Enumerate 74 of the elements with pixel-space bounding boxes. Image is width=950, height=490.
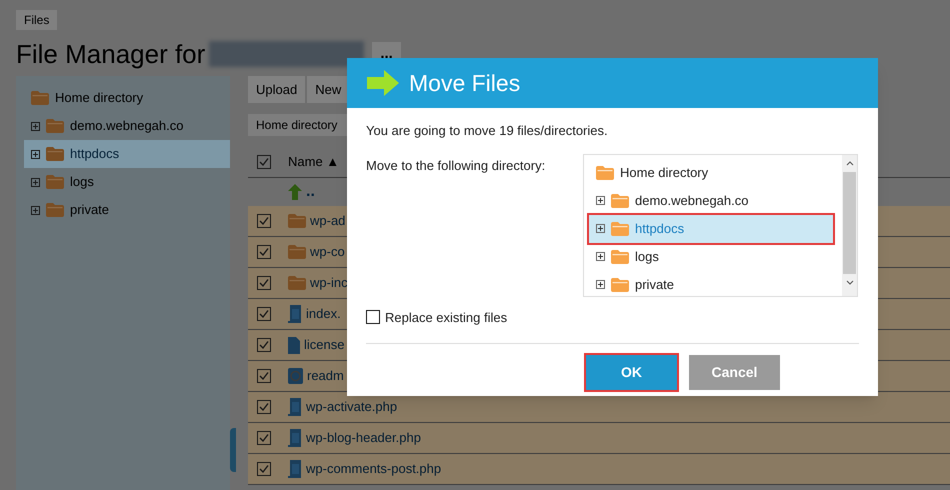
expand-icon[interactable] xyxy=(596,280,605,289)
right-arrow-icon xyxy=(367,70,399,96)
file-name-link[interactable]: readm xyxy=(307,366,344,386)
checkbox[interactable] xyxy=(257,338,271,352)
sidebar-tree-item[interactable]: Home directory xyxy=(24,84,230,112)
sidebar-tree-item[interactable]: private xyxy=(24,196,230,224)
folder-icon xyxy=(288,245,306,259)
file-name-link[interactable]: index. xyxy=(306,304,341,324)
folder-icon xyxy=(288,276,306,290)
checkbox[interactable] xyxy=(257,400,271,414)
checkbox[interactable] xyxy=(257,245,271,259)
file-name-link[interactable]: wp-blog-header.php xyxy=(306,428,421,448)
file-name-link[interactable]: wp-inc xyxy=(310,273,348,293)
checkbox[interactable] xyxy=(257,154,271,168)
document-icon xyxy=(288,398,302,416)
directory-tree-item[interactable]: private xyxy=(589,270,833,298)
folder-icon xyxy=(596,166,614,180)
directory-tree-item[interactable]: demo.webnegah.co xyxy=(589,186,833,214)
dialog-message: You are going to move 19 files/directories. xyxy=(366,122,609,140)
dialog-title: Move Files xyxy=(409,68,520,98)
target-label: Move to the following directory: xyxy=(366,156,546,175)
page-title: File Manager for xyxy=(16,41,206,67)
sidebar-tree-item[interactable]: logs xyxy=(24,168,230,196)
folder-icon xyxy=(611,222,629,236)
checkbox[interactable] xyxy=(257,214,271,228)
directory-tree-item[interactable]: logs xyxy=(589,242,833,270)
scrollbar[interactable] xyxy=(842,154,857,296)
folder-icon xyxy=(46,147,64,161)
file-row[interactable]: wp-activate.php xyxy=(248,392,950,423)
expand-icon[interactable] xyxy=(596,224,605,233)
expand-icon[interactable] xyxy=(596,196,605,205)
file-name-link[interactable]: wp-comments-post.php xyxy=(306,459,442,479)
panel-handle[interactable] xyxy=(230,428,236,472)
checkbox-label[interactable]: Replace existing files xyxy=(385,308,508,327)
folder-icon xyxy=(288,214,306,228)
breadcrumb[interactable]: Files xyxy=(16,10,58,30)
folder-icon xyxy=(611,194,629,208)
toolbar-button[interactable]: New xyxy=(307,76,350,103)
cancel-button[interactable]: Cancel xyxy=(689,355,780,390)
directory-tree-item[interactable]: Home directory xyxy=(589,158,833,186)
document-icon xyxy=(288,336,300,354)
file-name-link[interactable]: wp-ad xyxy=(310,211,346,231)
file-row[interactable]: wp-blog-header.php xyxy=(248,423,950,454)
checkbox[interactable] xyxy=(257,307,271,321)
document-icon xyxy=(288,305,302,323)
document-icon xyxy=(288,429,302,447)
file-name-link[interactable]: license xyxy=(304,335,344,355)
directory-tree-item[interactable]: httpdocs xyxy=(589,214,833,242)
parent-directory-link[interactable]: .. xyxy=(306,180,315,204)
scroll-up-icon[interactable] xyxy=(846,160,854,166)
sidebar-tree-item[interactable]: httpdocs xyxy=(24,140,230,168)
folder-icon xyxy=(46,119,64,133)
folder-icon xyxy=(46,175,64,189)
folder-icon xyxy=(31,91,49,105)
file-row[interactable]: wp-comments-post.php xyxy=(248,454,950,485)
expand-icon[interactable] xyxy=(31,150,40,158)
folder-icon xyxy=(611,250,629,264)
file-name-link[interactable]: wp-activate.php xyxy=(306,397,398,417)
scroll-down-icon[interactable] xyxy=(846,280,854,284)
checkbox[interactable] xyxy=(257,369,271,383)
folder-icon xyxy=(46,203,64,217)
toolbar-button[interactable]: Upload xyxy=(248,76,306,103)
document-icon xyxy=(288,460,302,478)
sidebar-tree-item[interactable]: demo.webnegah.co xyxy=(24,112,230,140)
expand-icon[interactable] xyxy=(596,252,605,261)
checkbox[interactable] xyxy=(366,310,380,324)
checkbox[interactable] xyxy=(257,276,271,290)
checkbox[interactable] xyxy=(257,462,271,476)
folder-icon xyxy=(611,278,629,292)
globe-icon xyxy=(288,368,303,384)
ok-button[interactable]: OK xyxy=(586,355,677,390)
checkbox[interactable] xyxy=(257,431,271,445)
file-name-link[interactable]: wp-co xyxy=(310,242,345,262)
column-header[interactable]: Name ▲ xyxy=(288,152,340,172)
